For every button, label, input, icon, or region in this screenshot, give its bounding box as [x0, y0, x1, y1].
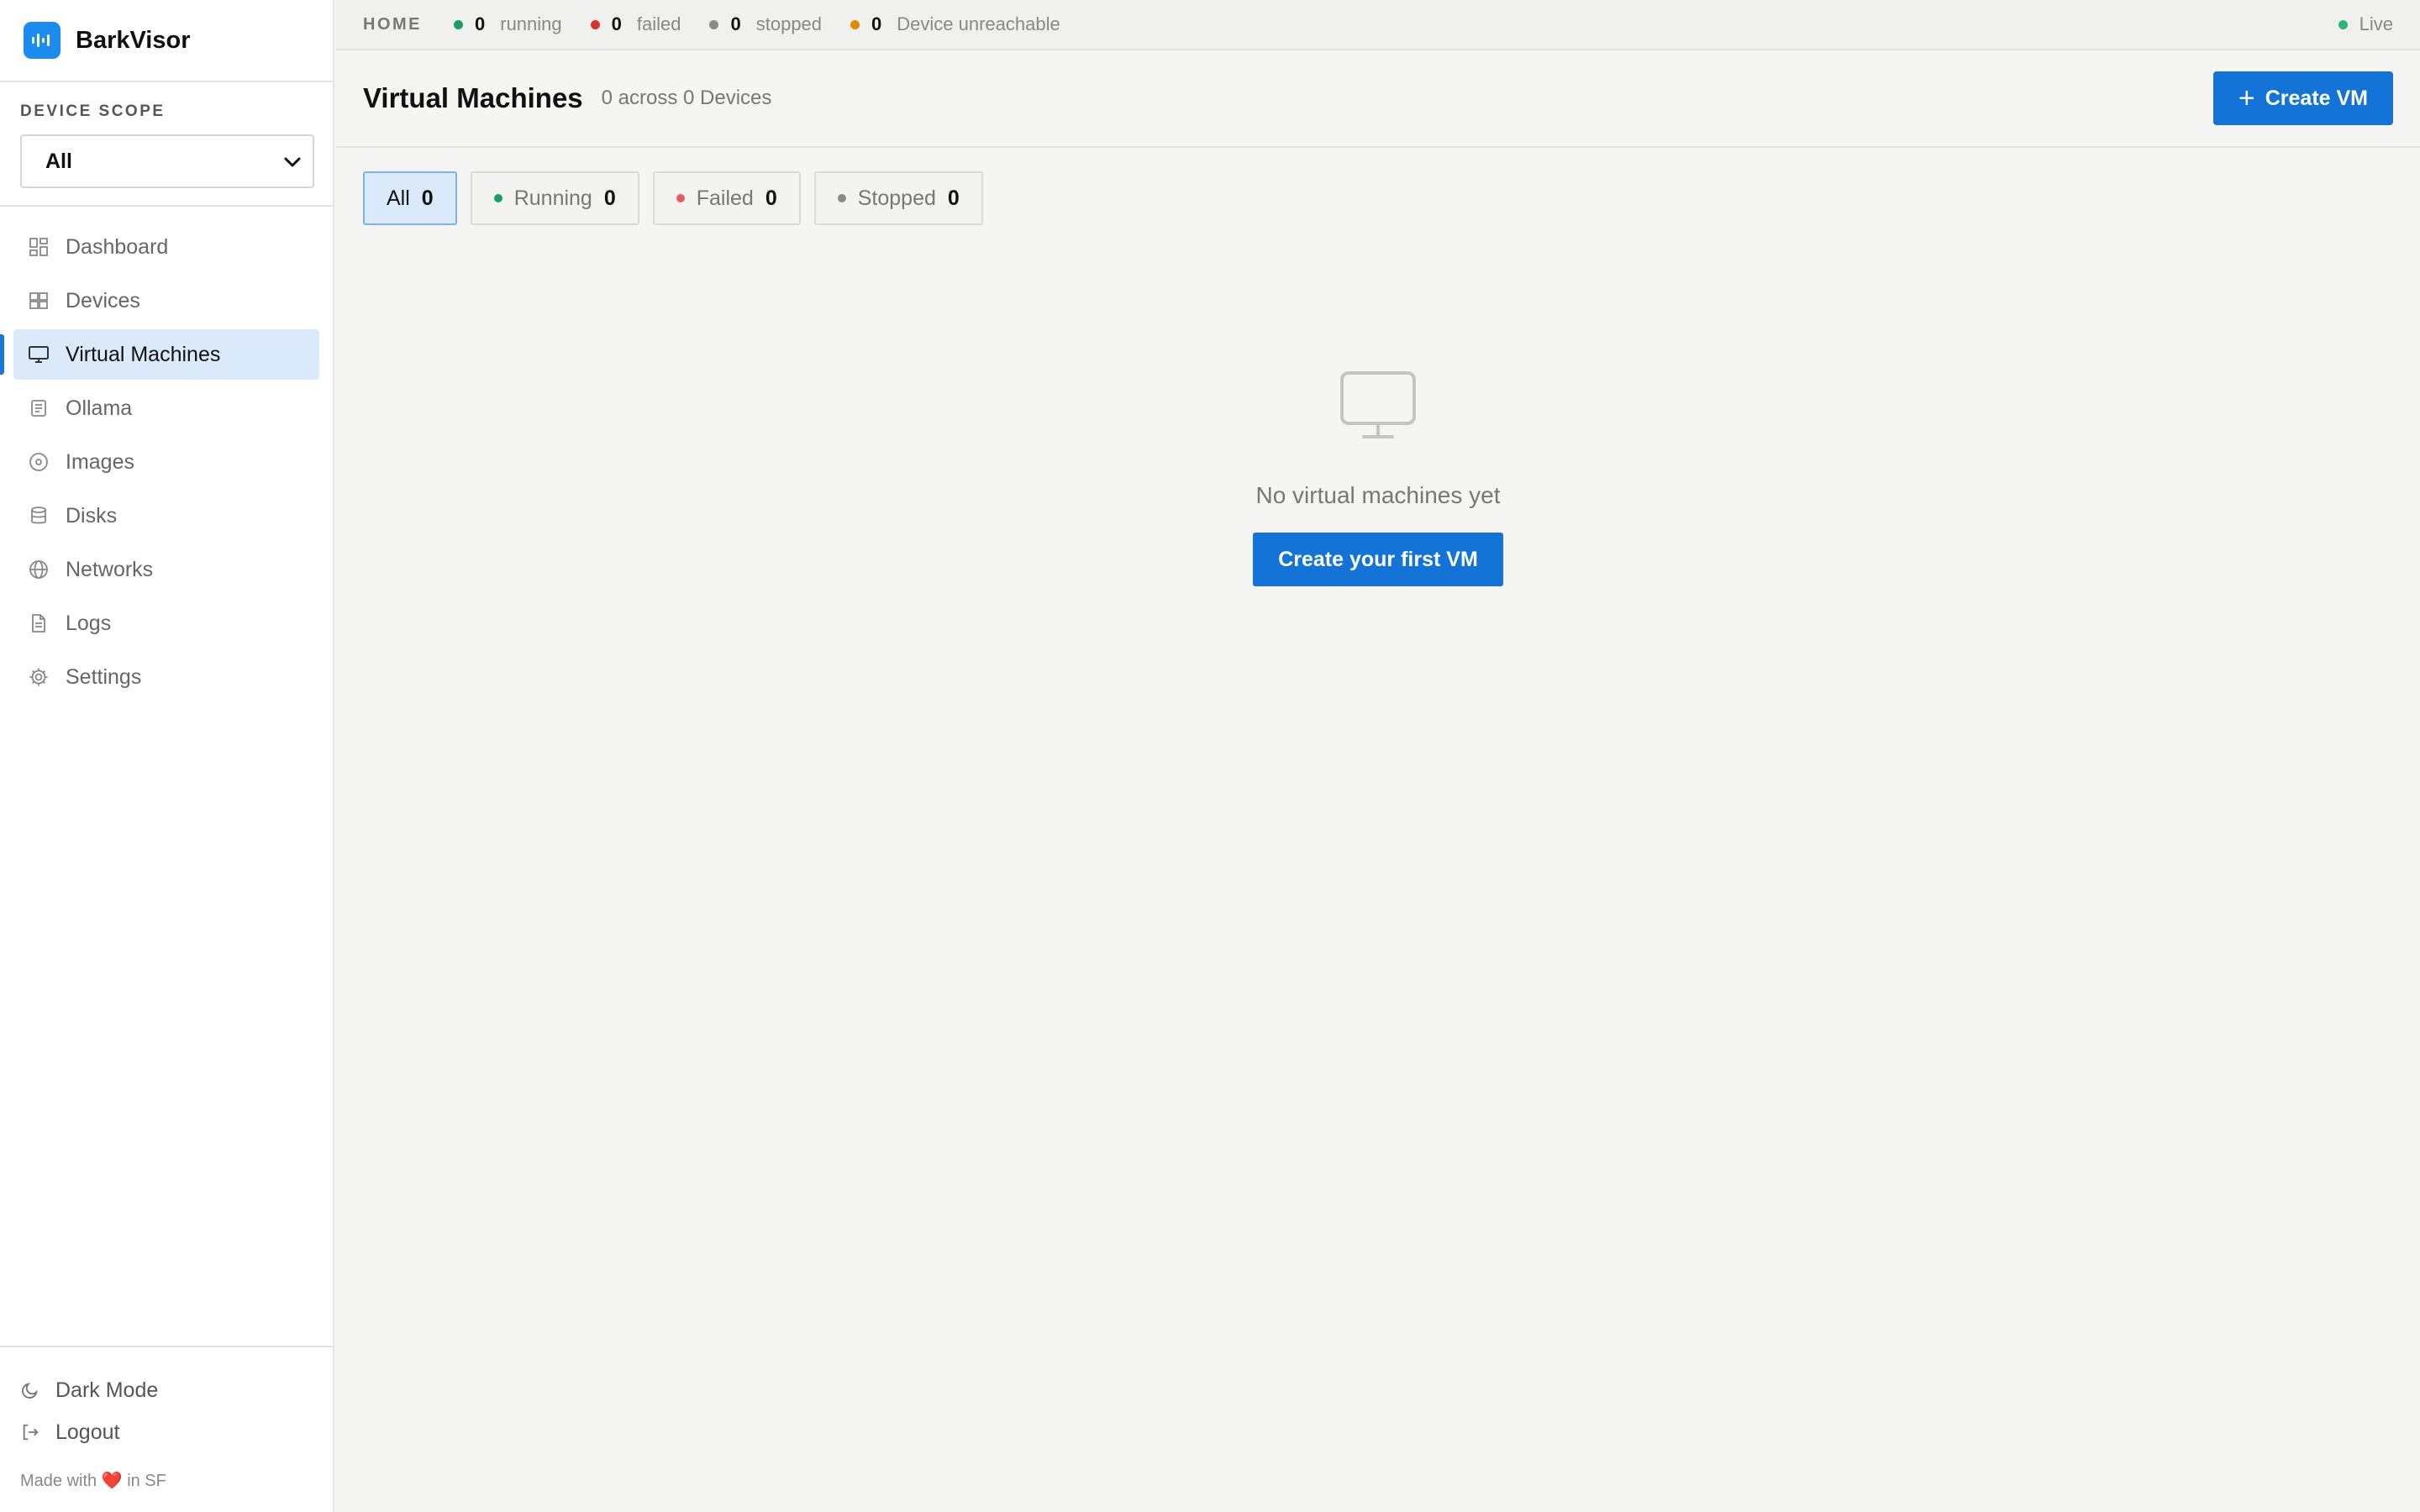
gear-icon	[27, 665, 50, 689]
empty-state-message: No virtual machines yet	[1255, 482, 1501, 508]
logout-icon	[20, 1422, 40, 1442]
sidebar-item-dashboard[interactable]: Dashboard	[13, 222, 319, 272]
sidebar-item-devices[interactable]: Devices	[13, 276, 319, 326]
live-label: Live	[2359, 13, 2393, 34]
stopped-dot-icon	[709, 19, 719, 29]
device-scope-label: DEVICE SCOPE	[20, 102, 166, 120]
stat-failed: 0 failed	[590, 13, 681, 35]
barkvisor-logo-icon	[24, 22, 60, 59]
dark-mode-label: Dark Mode	[55, 1378, 159, 1402]
stat-count: 0	[611, 13, 622, 34]
file-icon	[27, 612, 50, 635]
dark-mode-toggle[interactable]: Dark Mode	[20, 1369, 313, 1411]
sidebar-item-label: Ollama	[66, 396, 133, 420]
sidebar-item-networks[interactable]: Networks	[13, 544, 319, 595]
sidebar-item-label: Virtual Machines	[66, 342, 221, 366]
app-name: BarkVisor	[76, 26, 191, 54]
disc-icon	[27, 450, 50, 474]
failed-dot-icon	[590, 19, 600, 29]
sidebar-footer: Dark Mode Logout Made with ❤️ in SF	[0, 1346, 333, 1512]
stat-label: stopped	[755, 13, 823, 34]
logout-button[interactable]: Logout	[20, 1411, 313, 1453]
stat-stopped: 0 stopped	[709, 13, 822, 35]
grid-icon	[27, 235, 50, 259]
unreachable-dot-icon	[850, 19, 860, 29]
sidebar-item-label: Dashboard	[66, 234, 169, 259]
sidebar-item-ollama[interactable]: Ollama	[13, 383, 319, 433]
sidebar-item-virtual-machines[interactable]: Virtual Machines	[0, 329, 319, 380]
sidebar-item-label: Devices	[66, 288, 140, 312]
sidebar: BarkVisor DEVICE SCOPE All Dashboard Dev…	[0, 0, 334, 1512]
filter-label: Running	[513, 186, 592, 210]
sidebar-item-label: Networks	[66, 557, 154, 581]
stat-label: failed	[636, 13, 681, 34]
heart-icon: ❤️	[101, 1472, 123, 1490]
filter-count: 0	[603, 186, 616, 210]
failed-dot-icon	[676, 194, 685, 202]
monitor-icon	[27, 343, 50, 366]
sidebar-item-settings[interactable]: Settings	[13, 652, 319, 702]
monitor-icon	[1339, 370, 1418, 440]
sidebar-item-images[interactable]: Images	[13, 437, 319, 487]
made-with-credit: Made with ❤️ in SF	[20, 1470, 313, 1491]
sidebar-item-label: Logs	[66, 611, 112, 635]
plus-icon: +	[2238, 82, 2255, 114]
create-vm-label: Create VM	[2265, 86, 2368, 110]
globe-icon	[27, 558, 50, 581]
page-title: Virtual Machines	[363, 82, 583, 113]
filter-count: 0	[421, 186, 434, 210]
device-scope: DEVICE SCOPE All	[0, 82, 333, 207]
filter-count: 0	[947, 186, 960, 210]
devices-icon	[27, 289, 50, 312]
page-header: Virtual Machines 0 across 0 Devices + Cr…	[336, 50, 2420, 148]
sidebar-item-label: Disks	[66, 503, 118, 528]
made-suffix: in SF	[127, 1472, 166, 1490]
top-status-bar: HOME 0 running 0 failed 0 stopped 0 Devi…	[336, 0, 2420, 50]
sidebar-item-logs[interactable]: Logs	[13, 598, 319, 648]
status-filter-tabs: All 0 Running 0 Failed 0 Stopped 0	[363, 171, 997, 225]
create-vm-button[interactable]: + Create VM	[2212, 71, 2393, 125]
stopped-dot-icon	[837, 194, 846, 202]
create-first-vm-label: Create your first VM	[1278, 547, 1478, 571]
sidebar-item-disks[interactable]: Disks	[13, 491, 319, 541]
filter-tab-all[interactable]: All 0	[363, 171, 457, 225]
filter-tab-running[interactable]: Running 0	[470, 171, 639, 225]
device-scope-value: All	[45, 149, 72, 173]
breadcrumb[interactable]: HOME	[363, 15, 422, 34]
stat-count: 0	[475, 13, 486, 34]
database-icon	[27, 504, 50, 528]
running-dot-icon	[454, 19, 463, 29]
device-scope-select[interactable]: All	[20, 134, 314, 188]
live-dot-icon	[2338, 19, 2348, 29]
sidebar-item-label: Images	[66, 449, 134, 474]
sidebar-nav: Dashboard Devices Virtual Machines Ollam…	[0, 207, 333, 702]
chevron-down-icon	[284, 150, 301, 174]
brand[interactable]: BarkVisor	[0, 0, 333, 82]
made-prefix: Made with	[20, 1472, 97, 1490]
filter-count: 0	[765, 186, 777, 210]
filter-label: All	[387, 186, 410, 210]
stat-unreachable: 0 Device unreachable	[850, 13, 1060, 35]
moon-icon	[20, 1380, 40, 1400]
filter-label: Failed	[696, 186, 754, 210]
create-first-vm-button[interactable]: Create your first VM	[1253, 533, 1503, 586]
sidebar-item-label: Settings	[66, 664, 142, 689]
page-subtitle: 0 across 0 Devices	[601, 87, 772, 109]
running-dot-icon	[493, 194, 502, 202]
filter-tab-failed[interactable]: Failed 0	[652, 171, 801, 225]
stat-count: 0	[871, 13, 882, 34]
stat-label: Device unreachable	[897, 13, 1060, 34]
filter-tab-stopped[interactable]: Stopped 0	[813, 171, 983, 225]
live-indicator: Live	[2338, 13, 2393, 35]
stat-running: 0 running	[454, 13, 562, 35]
stat-label: running	[500, 13, 562, 34]
ollama-icon	[27, 396, 50, 420]
filter-label: Stopped	[857, 186, 936, 210]
stat-count: 0	[730, 13, 741, 34]
empty-state: No virtual machines yet Create your firs…	[1126, 370, 1630, 586]
logout-label: Logout	[55, 1420, 120, 1444]
